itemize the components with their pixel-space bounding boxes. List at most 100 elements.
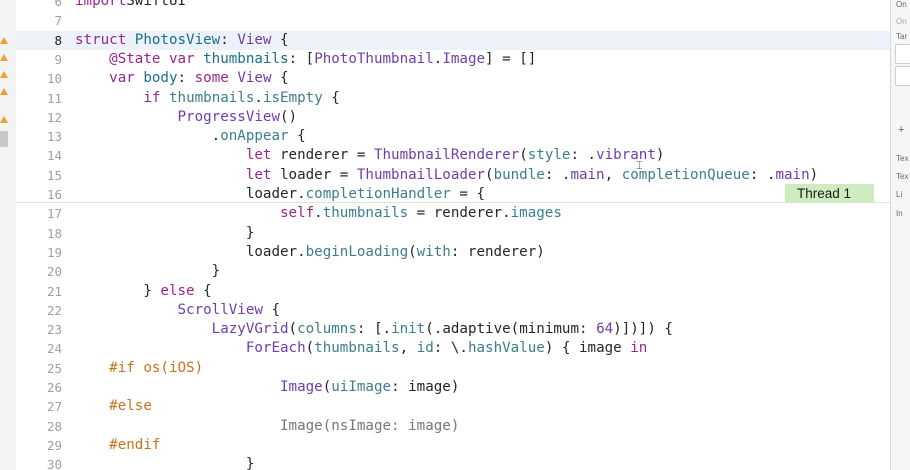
line-number[interactable]: 28 <box>16 417 62 436</box>
code-token: . <box>75 128 221 145</box>
source-editor[interactable]: 6 importSwiftUI 7 8 struct PhotosView: View … <box>16 0 890 470</box>
code-token: main <box>775 166 810 183</box>
code-text[interactable]: ScrollView { <box>75 301 281 320</box>
line-number[interactable]: 21 <box>16 282 62 301</box>
line-number[interactable]: 11 <box>16 89 62 108</box>
line-number[interactable]: 26 <box>16 378 62 397</box>
issue-gutter[interactable] <box>0 0 17 470</box>
code-text[interactable]: } <box>75 262 221 281</box>
line-number[interactable]: 17 <box>16 204 62 223</box>
line-number[interactable]: 30 <box>16 455 62 470</box>
code-line[interactable]: 24 ForEach(thumbnails, id: \.hashValue) … <box>16 339 890 358</box>
code-line[interactable]: 22 ScrollView { <box>16 301 890 320</box>
code-line[interactable]: 21 } else { <box>16 282 890 301</box>
warning-icon[interactable] <box>0 54 8 61</box>
code-line[interactable]: 13 .onAppear { <box>16 127 890 146</box>
inspector-label: On <box>896 17 907 26</box>
code-line[interactable]: 9 @State var thumbnails: [PhotoThumbnail… <box>16 50 890 69</box>
line-number[interactable]: 22 <box>16 301 62 320</box>
code-text[interactable]: #endif <box>75 436 160 455</box>
add-icon[interactable]: + <box>898 124 904 136</box>
code-text[interactable]: } <box>75 455 255 470</box>
inspector-field[interactable] <box>895 44 910 64</box>
code-token: : . <box>544 166 571 183</box>
code-line[interactable]: 19 loader.beginLoading(with: renderer) <box>16 243 890 262</box>
line-number[interactable]: 24 <box>16 339 62 358</box>
line-number[interactable]: 18 <box>16 224 62 243</box>
line-number[interactable]: 13 <box>16 127 62 146</box>
code-line[interactable]: 17 self.thumbnails = renderer.images <box>16 204 890 223</box>
code-text[interactable]: ForEach(thumbnails, id: \.hashValue) { i… <box>75 339 648 358</box>
code-text[interactable]: let loader = ThumbnailLoader(bundle: .ma… <box>75 166 818 185</box>
code-text[interactable]: loader.completionHandler = { <box>75 185 485 204</box>
code-text[interactable]: #else <box>75 397 152 416</box>
line-number[interactable]: 16 <box>16 185 62 204</box>
warning-icon[interactable] <box>0 88 8 95</box>
inspector-field[interactable] <box>895 66 910 86</box>
line-number[interactable]: 12 <box>16 108 62 127</box>
warning-icon[interactable] <box>0 37 8 44</box>
code-line[interactable]: 28 Image(nsImage: image) <box>16 417 890 436</box>
code-line[interactable]: 23 LazyVGrid(columns: [.init(.adaptive(m… <box>16 320 890 339</box>
code-text[interactable]: } else { <box>75 282 211 301</box>
line-number[interactable]: 15 <box>16 166 62 185</box>
line-number[interactable]: 6 <box>16 0 62 11</box>
code-text[interactable]: LazyVGrid(columns: [.init(.adaptive(mini… <box>75 320 673 339</box>
code-token: main <box>570 166 605 183</box>
line-number[interactable]: 23 <box>16 320 62 339</box>
code-text[interactable]: } <box>75 224 255 243</box>
code-line[interactable]: 30 } <box>16 455 890 470</box>
code-text[interactable]: Image(uiImage: image) <box>75 378 459 397</box>
line-number[interactable]: 19 <box>16 243 62 262</box>
code-line[interactable]: 20 } <box>16 262 890 281</box>
inspector-panel[interactable]: On On Tar + Tex Tex Li In <box>890 0 910 470</box>
code-line[interactable]: 15 let loader = ThumbnailLoader(bundle: … <box>16 166 890 185</box>
code-token: ( <box>322 379 332 395</box>
code-line[interactable]: 12 ProgressView() <box>16 108 890 127</box>
code-line[interactable]: 26 Image(uiImage: image) <box>16 378 890 397</box>
code-line[interactable]: 27 #else <box>16 397 890 416</box>
inspector-label: Tex <box>896 154 909 163</box>
code-text[interactable]: self.thumbnails = renderer.images <box>75 204 562 223</box>
warning-icon[interactable] <box>0 71 8 78</box>
code-token: self <box>280 205 315 222</box>
code-token: } <box>75 456 255 470</box>
code-line[interactable]: 11 if thumbnails.isEmpty { <box>16 89 890 108</box>
line-number[interactable]: 7 <box>16 11 62 30</box>
code-text[interactable]: @State var thumbnails: [PhotoThumbnail.I… <box>75 50 536 69</box>
code-line[interactable]: 25 #if os(iOS) <box>16 359 890 378</box>
code-line[interactable]: 10 var body: some View { <box>16 69 890 88</box>
code-text[interactable]: .onAppear { <box>75 127 306 146</box>
code-token: onAppear <box>220 128 289 145</box>
code-text[interactable]: var body: some View { <box>75 69 288 88</box>
line-number[interactable]: 10 <box>16 69 62 88</box>
breakpoint-chip[interactable] <box>0 131 8 147</box>
line-number[interactable]: 27 <box>16 397 62 416</box>
code-text[interactable]: #if os(iOS) <box>75 359 203 378</box>
code-line[interactable]: 8 struct PhotosView: View { <box>16 30 890 50</box>
code-text[interactable]: struct PhotosView: View { <box>75 31 289 50</box>
code-line[interactable]: 29 #endif <box>16 436 890 455</box>
code-line[interactable]: 7 <box>16 11 890 30</box>
line-number[interactable]: 9 <box>16 50 62 69</box>
code-line[interactable]: 16 loader.completionHandler = { <box>16 185 890 205</box>
code-text[interactable]: Image(nsImage: image) <box>75 417 459 436</box>
line-number[interactable]: 8 <box>16 31 62 50</box>
code-line[interactable]: 14 let renderer = ThumbnailRenderer(styl… <box>16 146 890 165</box>
code-text[interactable]: if thumbnails.isEmpty { <box>75 89 340 108</box>
code-token: ThumbnailLoader <box>356 166 486 183</box>
code-text[interactable]: ProgressView() <box>75 108 298 127</box>
line-number[interactable]: 14 <box>16 146 62 165</box>
code-text[interactable]: importSwiftUI <box>75 0 186 11</box>
code-token: PhotoThumbnail <box>314 50 434 67</box>
warning-icon[interactable] <box>0 116 8 123</box>
code-line[interactable]: 18 } <box>16 224 890 243</box>
line-number[interactable]: 25 <box>16 359 62 378</box>
code-text[interactable]: loader.beginLoading(with: renderer) <box>75 243 545 262</box>
line-number[interactable]: 29 <box>16 436 62 455</box>
line-number[interactable]: 20 <box>16 262 62 281</box>
thread-badge[interactable]: Thread 1 <box>785 184 874 203</box>
code-line[interactable]: 6 importSwiftUI <box>16 0 890 11</box>
code-text[interactable]: let renderer = ThumbnailRenderer(style: … <box>75 146 665 165</box>
